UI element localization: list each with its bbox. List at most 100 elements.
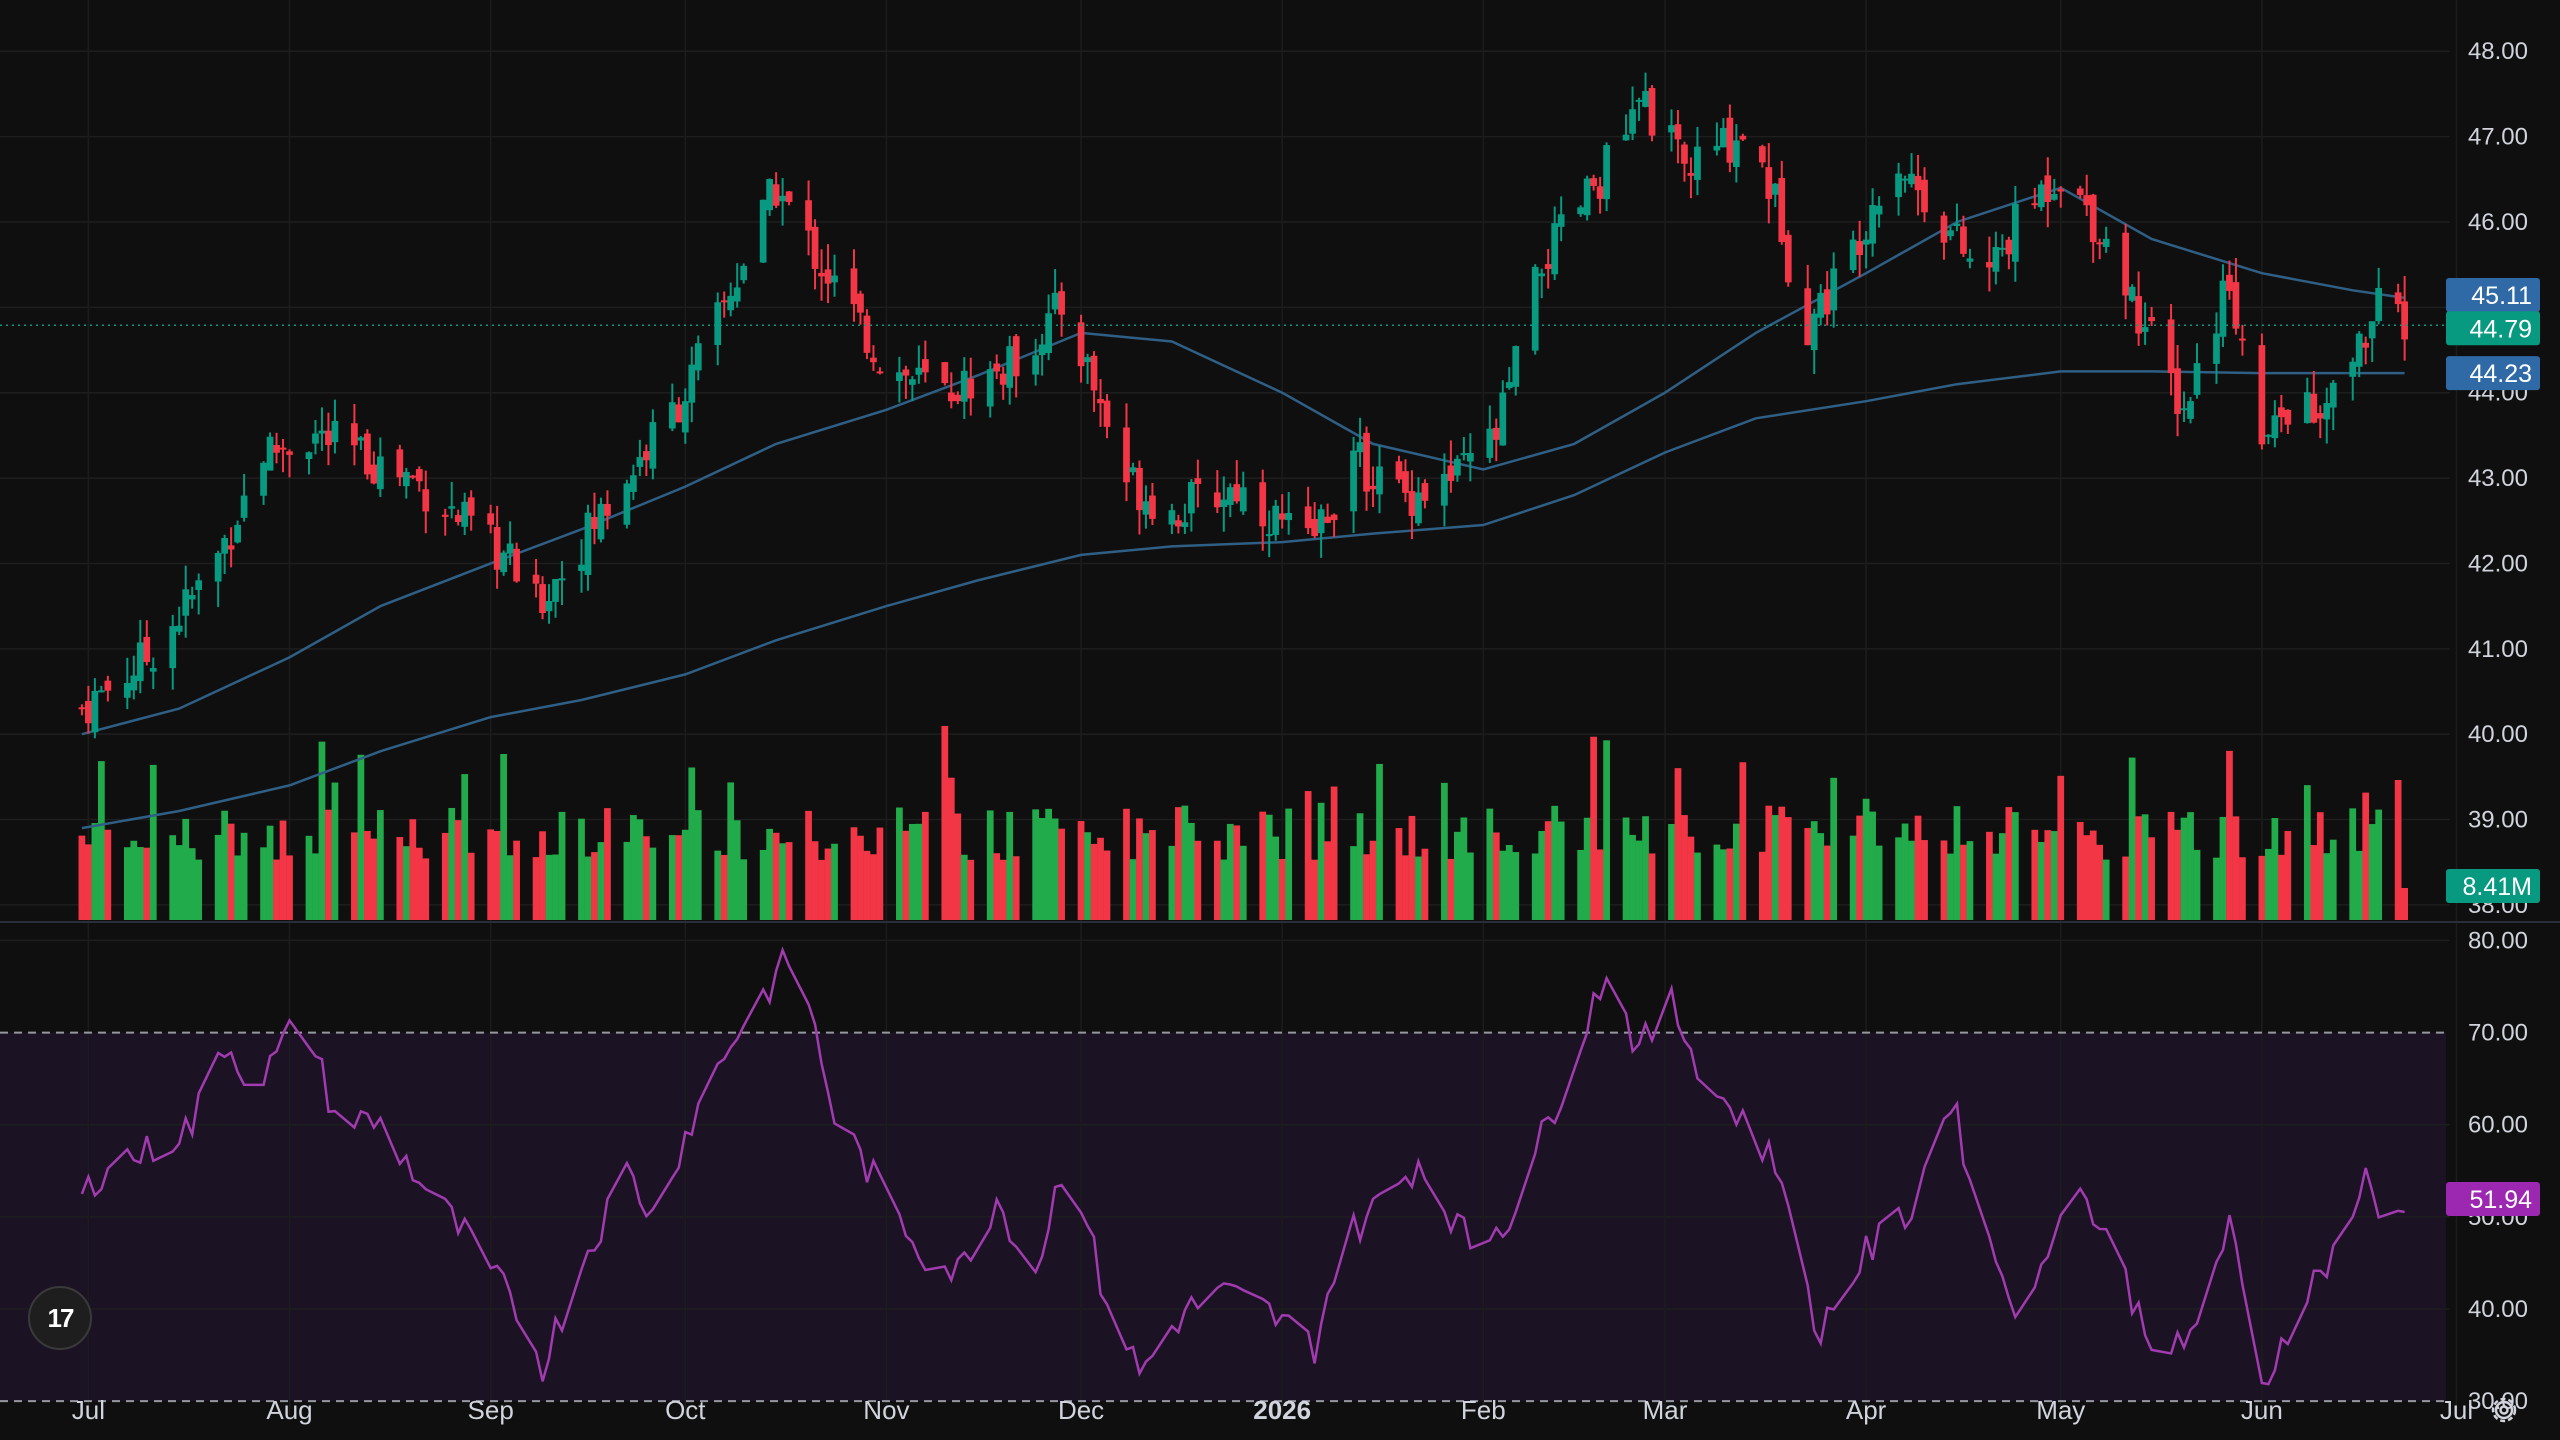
candle-body xyxy=(824,269,832,284)
candle-body xyxy=(772,184,780,206)
volume-bar xyxy=(2050,831,2058,920)
candle-body xyxy=(188,595,196,600)
candle-body xyxy=(2174,368,2181,414)
candle-body xyxy=(2284,409,2292,425)
volume-bar xyxy=(143,847,151,920)
candle-body xyxy=(91,690,99,733)
volume-bar xyxy=(1363,854,1370,920)
candle-body xyxy=(2265,434,2272,437)
volume-bar xyxy=(1739,762,1747,920)
candle-body xyxy=(376,456,384,490)
volume-bar xyxy=(2329,839,2337,920)
volume-bar xyxy=(260,847,267,920)
candle-body xyxy=(1129,467,1137,473)
volume-bar xyxy=(1590,736,1597,920)
candle-body xyxy=(1395,461,1403,480)
candle-body xyxy=(876,371,884,374)
volume-bar xyxy=(1544,821,1552,920)
volume-bar xyxy=(1505,845,1513,920)
volume-bar xyxy=(1395,828,1403,920)
volume-bar xyxy=(78,835,86,920)
candle-body xyxy=(1687,173,1695,176)
volume-bar xyxy=(1090,843,1098,920)
candle-body xyxy=(2102,238,2110,247)
candle-body xyxy=(85,700,92,724)
candle-body xyxy=(1999,247,2006,250)
tradingview-logo-icon[interactable]: 17 xyxy=(28,1286,92,1350)
candle-body xyxy=(1466,453,1474,462)
candle-body xyxy=(1531,266,1539,351)
candle-body xyxy=(2219,280,2227,337)
candle-body xyxy=(364,433,371,475)
volume-bar xyxy=(675,835,683,920)
candle-body xyxy=(1213,492,1221,508)
volume-bar xyxy=(240,832,248,920)
candle-body xyxy=(273,445,280,453)
candle-body xyxy=(766,179,774,211)
price-axis-label: 47.00 xyxy=(2468,124,2528,151)
volume-bar xyxy=(1622,817,1630,920)
volume-bar xyxy=(740,859,748,920)
volume-bar xyxy=(1713,844,1721,920)
candle-body xyxy=(448,506,456,509)
candle-body xyxy=(1914,175,1922,191)
candle-body xyxy=(623,483,631,525)
volume-bar xyxy=(1921,840,1928,920)
volume-bar xyxy=(1181,805,1189,920)
candle-body xyxy=(2167,319,2175,374)
volume-bar xyxy=(136,847,144,920)
candle-body xyxy=(727,295,735,311)
price-axis-label: 40.00 xyxy=(2468,721,2528,748)
volume-bar xyxy=(1032,809,1040,920)
candle-body xyxy=(1304,506,1312,529)
volume-bar xyxy=(2128,757,2136,920)
candle-body xyxy=(1421,483,1429,501)
candle-body xyxy=(2011,203,2019,262)
candle-body xyxy=(1175,520,1182,527)
gear-icon[interactable] xyxy=(2486,1392,2522,1428)
candle-body xyxy=(1966,258,1974,262)
candle-body xyxy=(1960,226,1967,254)
volume-bar xyxy=(1551,805,1559,920)
candle-body xyxy=(1557,214,1565,227)
volume-bar xyxy=(604,808,611,920)
candle-body xyxy=(279,447,287,450)
candle-body xyxy=(1849,239,1857,271)
candle-body xyxy=(2057,189,2065,192)
candle-body xyxy=(149,668,157,672)
volume-bar xyxy=(2141,814,2149,920)
volume-bar xyxy=(785,842,793,920)
volume-bar xyxy=(850,827,858,920)
volume-bar xyxy=(1687,836,1695,920)
candle-body xyxy=(681,401,689,433)
candle-body xyxy=(2122,232,2130,296)
chart-area[interactable]: 38.0039.0040.0041.0042.0043.0044.0045.00… xyxy=(0,0,2560,1440)
volume-bar xyxy=(2180,817,2188,920)
candle-body xyxy=(2213,333,2220,364)
volume-bar xyxy=(2316,812,2324,920)
volume-bar xyxy=(266,825,274,920)
volume-bar xyxy=(221,810,229,920)
candle-body xyxy=(98,690,105,693)
price-axis-label: 48.00 xyxy=(2468,38,2528,65)
candle-body xyxy=(591,517,598,529)
volume-bar xyxy=(506,855,514,920)
candle-body xyxy=(2362,342,2370,348)
candle-body xyxy=(1908,173,1915,185)
candle-body xyxy=(1784,234,1792,283)
candle-body xyxy=(818,272,825,277)
volume-bar xyxy=(688,767,696,920)
candle-body xyxy=(1142,501,1150,515)
volume-bar xyxy=(643,836,650,920)
volume-bar xyxy=(279,820,287,920)
candle-body xyxy=(1239,487,1247,512)
volume-bar xyxy=(727,782,735,920)
volume-bar xyxy=(630,815,637,920)
candle-body xyxy=(1869,205,1876,244)
volume-bar xyxy=(1538,830,1546,920)
volume-bar xyxy=(591,852,598,920)
volume-bar xyxy=(1421,848,1429,920)
volume-bar xyxy=(1324,841,1331,920)
candle-body xyxy=(584,512,592,575)
candle-body xyxy=(921,359,929,373)
